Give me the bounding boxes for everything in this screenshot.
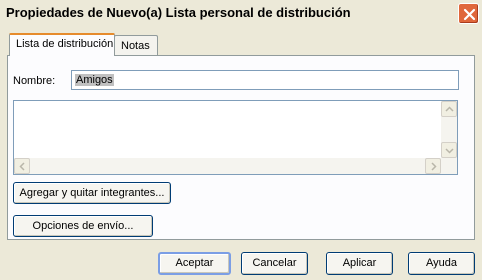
tab-notas[interactable]: Notas	[114, 35, 158, 56]
scrollbar-corner	[441, 158, 457, 174]
scroll-up-button[interactable]	[441, 101, 457, 117]
tab-lista-de-distribucion[interactable]: Lista de distribución	[9, 33, 115, 56]
close-icon	[463, 8, 476, 21]
close-button[interactable]	[458, 3, 479, 24]
window-title: Propiedades de Nuevo(a) Lista personal d…	[6, 5, 351, 20]
nombre-label: Nombre:	[13, 75, 56, 87]
cancelar-button[interactable]: Cancelar	[241, 252, 308, 275]
chevron-up-icon	[445, 106, 454, 112]
members-list[interactable]	[13, 100, 458, 175]
properties-dialog: Propiedades de Nuevo(a) Lista personal d…	[0, 0, 482, 280]
nombre-value: Amigos	[75, 74, 114, 86]
scroll-down-button[interactable]	[441, 142, 457, 158]
tab-label: Lista de distribución	[16, 38, 114, 50]
ayuda-button[interactable]: Ayuda	[408, 252, 475, 275]
aplicar-button[interactable]: Aplicar	[326, 252, 393, 275]
chevron-left-icon	[19, 162, 25, 171]
scroll-left-button[interactable]	[14, 158, 30, 174]
horizontal-scrollbar[interactable]	[14, 158, 457, 174]
opciones-de-envio-button[interactable]: Opciones de envío...	[13, 215, 153, 237]
scroll-right-button[interactable]	[425, 158, 441, 174]
nombre-input[interactable]: Amigos	[71, 70, 459, 90]
tab-label: Notas	[121, 40, 150, 52]
aceptar-button[interactable]: Aceptar	[158, 252, 231, 275]
title-bar[interactable]: Propiedades de Nuevo(a) Lista personal d…	[0, 0, 482, 26]
vertical-scrollbar[interactable]	[441, 101, 457, 158]
agregar-quitar-integrantes-button[interactable]: Agregar y quitar integrantes...	[13, 182, 171, 204]
chevron-down-icon	[445, 148, 454, 154]
chevron-right-icon	[431, 162, 437, 171]
